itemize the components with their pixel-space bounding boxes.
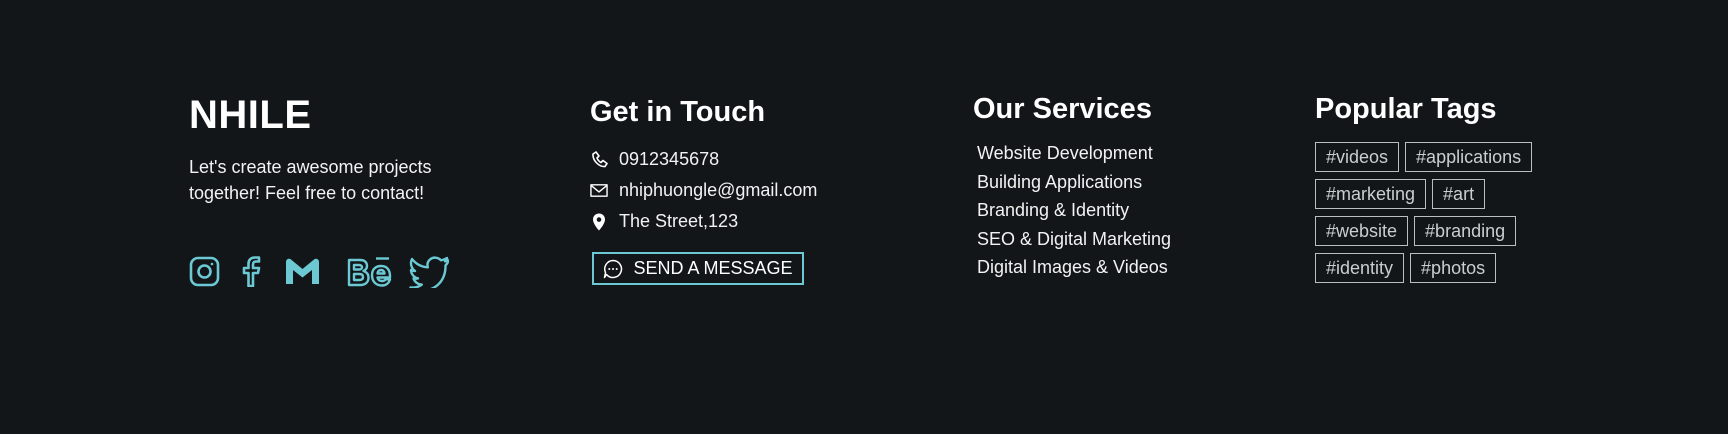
brand-tagline: Let's create awesome projects together! … [189, 157, 432, 203]
email-row: nhiphuongle@gmail.com [590, 175, 890, 206]
behance-icon[interactable] [347, 256, 395, 287]
instagram-icon[interactable] [189, 256, 220, 287]
social-links [189, 255, 469, 288]
services-title: Our Services [973, 93, 1152, 125]
tag-applications[interactable]: #applications [1405, 142, 1533, 172]
service-item[interactable]: Website Development [977, 139, 1253, 168]
tag-art[interactable]: #art [1432, 179, 1486, 209]
brand-column: NHILE Let's create awesome projects toge… [189, 92, 489, 288]
gmail-icon[interactable] [285, 258, 320, 285]
service-item[interactable]: Digital Images & Videos [977, 253, 1253, 282]
location-pin-icon [590, 213, 608, 231]
contact-list: 0912345678 nhiphuongle@gmail.com The Str… [590, 144, 890, 237]
chat-bubble-icon [603, 259, 623, 279]
service-item[interactable]: SEO & Digital Marketing [977, 225, 1253, 254]
contact-title: Get in Touch [590, 96, 766, 128]
tag-cloud: #videos #applications #marketing #art #w… [1315, 142, 1595, 283]
street-address: The Street,123 [619, 211, 739, 231]
send-message-label: SEND A MESSAGE [633, 258, 793, 278]
phone-row: 0912345678 [590, 144, 890, 175]
mail-icon [590, 182, 608, 200]
tag-videos[interactable]: #videos [1315, 142, 1400, 172]
service-item[interactable]: Branding & Identity [977, 196, 1253, 225]
tag-marketing[interactable]: #marketing [1315, 179, 1427, 209]
contact-column: Get in Touch 0912345678 nhiphuongle@gmai… [590, 92, 890, 285]
email-address[interactable]: nhiphuongle@gmail.com [619, 180, 817, 201]
tags-column: Popular Tags #videos #applications #mark… [1315, 89, 1595, 290]
brand-name: NHILE [189, 93, 312, 137]
twitter-icon[interactable] [409, 255, 449, 288]
service-list: Website Development Building Application… [977, 139, 1253, 282]
phone-icon [590, 151, 608, 169]
tag-branding[interactable]: #branding [1414, 216, 1517, 246]
facebook-icon[interactable] [240, 256, 262, 287]
tag-identity[interactable]: #identity [1315, 253, 1405, 283]
phone-number[interactable]: 0912345678 [619, 149, 719, 170]
tag-website[interactable]: #website [1315, 216, 1409, 246]
tags-title: Popular Tags [1315, 93, 1497, 125]
services-column: Our Services Website Development Buildin… [973, 89, 1253, 282]
tag-photos[interactable]: #photos [1410, 253, 1497, 283]
service-item[interactable]: Building Applications [977, 168, 1253, 197]
send-message-button[interactable]: SEND A MESSAGE [592, 252, 804, 285]
address-row: The Street,123 [590, 206, 890, 237]
